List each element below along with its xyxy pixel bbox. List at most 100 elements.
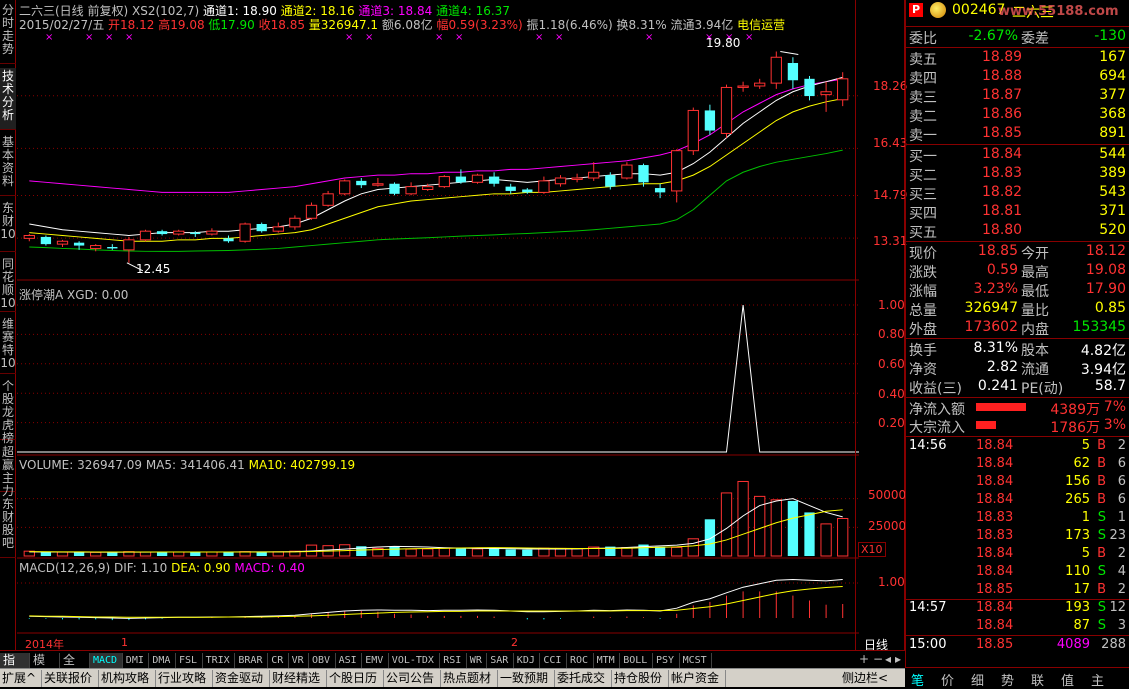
indicator-tab-21[interactable]: MTM [594, 653, 621, 668]
indicator-tab-14[interactable]: VOL-TDX [389, 653, 441, 668]
indicator-tab-24[interactable]: MCST [680, 653, 713, 668]
tick-row: 18.84 62 B 6 [906, 456, 1129, 474]
bids-volume: 544 [1099, 146, 1126, 162]
zoom-out-icon[interactable]: − [873, 652, 883, 666]
order-ratio-label: 委比 [909, 31, 937, 47]
indicator-tab-0[interactable]: 指标 [0, 653, 30, 682]
quote-tab-3[interactable]: 势 [1001, 670, 1014, 689]
sidebar-tab-6[interactable]: 个股龙虎榜 [0, 378, 16, 445]
tick-side: B [1097, 546, 1106, 561]
tick-price: 18.84 [976, 600, 1014, 615]
scroll-left-icon[interactable]: ◂ [885, 652, 891, 666]
stat2-value: 0.241 [977, 378, 1018, 394]
indicator-tab-12[interactable]: ASI [336, 653, 363, 668]
sidebar-tab-3[interactable]: 东财10 [0, 200, 16, 252]
volume-bar [671, 546, 683, 557]
stat-label: 现价 [909, 246, 937, 262]
zoom-in-icon[interactable]: + [859, 652, 869, 666]
tick-row: 15:00 18.85 4089 288 [906, 637, 1129, 655]
sidebar-tab-8[interactable]: 东财股吧 [0, 496, 16, 558]
volume-bar [107, 552, 118, 556]
asks-price: 18.88 [982, 68, 1023, 84]
indicator-tab-13[interactable]: EMV [362, 653, 389, 668]
indicator-tab-8[interactable]: BRAR [235, 653, 269, 668]
tick-price: 18.84 [976, 438, 1014, 453]
indicator-tab-20[interactable]: ROC [567, 653, 594, 668]
indicator-tab-1[interactable]: 模板 [30, 653, 60, 682]
function-tab-5[interactable]: 财经精选 [270, 670, 327, 687]
quote-tab-1[interactable]: 价 [941, 670, 954, 689]
quote-tab-5[interactable]: 值 [1061, 670, 1074, 689]
volume-bar [837, 518, 849, 557]
function-tab-7[interactable]: 公司公告 [384, 670, 441, 687]
bar-low: 低17.90 [208, 18, 255, 32]
function-tab-6[interactable]: 个股日历 [327, 670, 384, 687]
sidebar-toggle-button[interactable]: 侧边栏< [840, 670, 890, 687]
candle-body [322, 193, 334, 206]
function-tab-10[interactable]: 委托成交 [555, 670, 612, 687]
tick-count: 4 [1117, 564, 1126, 579]
function-tab-9[interactable]: 一致预期 [498, 670, 555, 687]
channel-line [29, 76, 843, 237]
sidebar-tab-1[interactable]: 技术分析 [0, 68, 16, 130]
sidebar-tab-7[interactable]: 超赢主力 [0, 444, 16, 498]
sidebar-tab-0[interactable]: 分时走势 [0, 2, 16, 64]
indicator-tab-bar: 指标模板全部MACDDMIDMAFSLTRIXBRARCRVROBVASIEMV… [0, 650, 905, 682]
quote-tab-6[interactable]: 主 [1091, 670, 1104, 689]
candle-body [605, 175, 616, 187]
indicator-tab-22[interactable]: BOLL [620, 653, 653, 668]
volume-bar [654, 546, 666, 556]
tick-row: 18.84 5 B 2 [906, 546, 1129, 564]
bar-open: 开18.12 [108, 18, 155, 32]
candle-body [405, 186, 417, 195]
candle-body [339, 180, 351, 195]
sidebar-tab-4[interactable]: 同花顺10 [0, 256, 16, 312]
indicator-tab-23[interactable]: PSY [653, 653, 680, 668]
candle-body [256, 224, 267, 232]
sidebar-tab-5[interactable]: 维赛特10 [0, 316, 16, 374]
indicator-tab-2[interactable]: 全部 [60, 653, 90, 682]
function-tab-4[interactable]: 资金驱动 [213, 670, 270, 687]
indicator-tab-18[interactable]: KDJ [514, 653, 541, 668]
function-tab-1[interactable]: 关联报价 [42, 670, 99, 687]
indicator-tab-17[interactable]: SAR [487, 653, 514, 668]
asks-volume: 377 [1099, 87, 1126, 103]
indicator-tab-9[interactable]: CR [268, 653, 289, 668]
function-tab-8[interactable]: 热点题材 [441, 670, 498, 687]
volume-bar [554, 547, 567, 557]
sidebar-tab-2[interactable]: 基本资料 [0, 134, 16, 196]
quote-tab-2[interactable]: 细 [971, 670, 984, 689]
scroll-right-icon[interactable]: ▸ [895, 652, 901, 666]
candle-body [40, 236, 52, 245]
bids-volume: 520 [1099, 222, 1126, 238]
quote-tab-0[interactable]: 笔 [911, 670, 924, 689]
indicator-tab-16[interactable]: WR [467, 653, 488, 668]
stat-value: 0.59 [986, 262, 1018, 278]
asks-volume: 167 [1099, 49, 1126, 65]
p-badge[interactable]: P [909, 3, 923, 17]
quote-tab-4[interactable]: 联 [1031, 670, 1044, 689]
asks-price: 18.87 [982, 87, 1023, 103]
macd-axis-tick: 1.00 [878, 575, 905, 589]
function-tab-2[interactable]: 机构攻略 [99, 670, 156, 687]
candle-body [23, 235, 35, 239]
macd-dea-line [29, 586, 843, 618]
indicator-tab-10[interactable]: VR [289, 653, 309, 668]
indicator-tab-4[interactable]: DMI [123, 653, 150, 668]
indicator-tab-15[interactable]: RSI [440, 653, 467, 668]
function-tab-3[interactable]: 行业攻略 [156, 670, 213, 687]
indicator-tab-5[interactable]: DMA [149, 653, 176, 668]
flow-pct: 7% [1103, 399, 1126, 415]
tick-side: B [1097, 474, 1106, 489]
candle-body [621, 164, 633, 179]
indicator-tab-11[interactable]: OBV [309, 653, 336, 668]
volume-bar [422, 548, 434, 557]
main-chart[interactable]: × × × × × × × × × × × × × × [17, 0, 859, 650]
indicator-tab-3[interactable]: MACD [90, 653, 123, 668]
function-tab-0[interactable]: 扩展^ [0, 670, 42, 687]
function-tab-12[interactable]: 帐户资金 [669, 670, 726, 687]
indicator-tab-19[interactable]: CCI [540, 653, 567, 668]
indicator-tab-6[interactable]: FSL [176, 653, 203, 668]
function-tab-11[interactable]: 持仓股份 [612, 670, 669, 687]
indicator-tab-7[interactable]: TRIX [203, 653, 236, 668]
